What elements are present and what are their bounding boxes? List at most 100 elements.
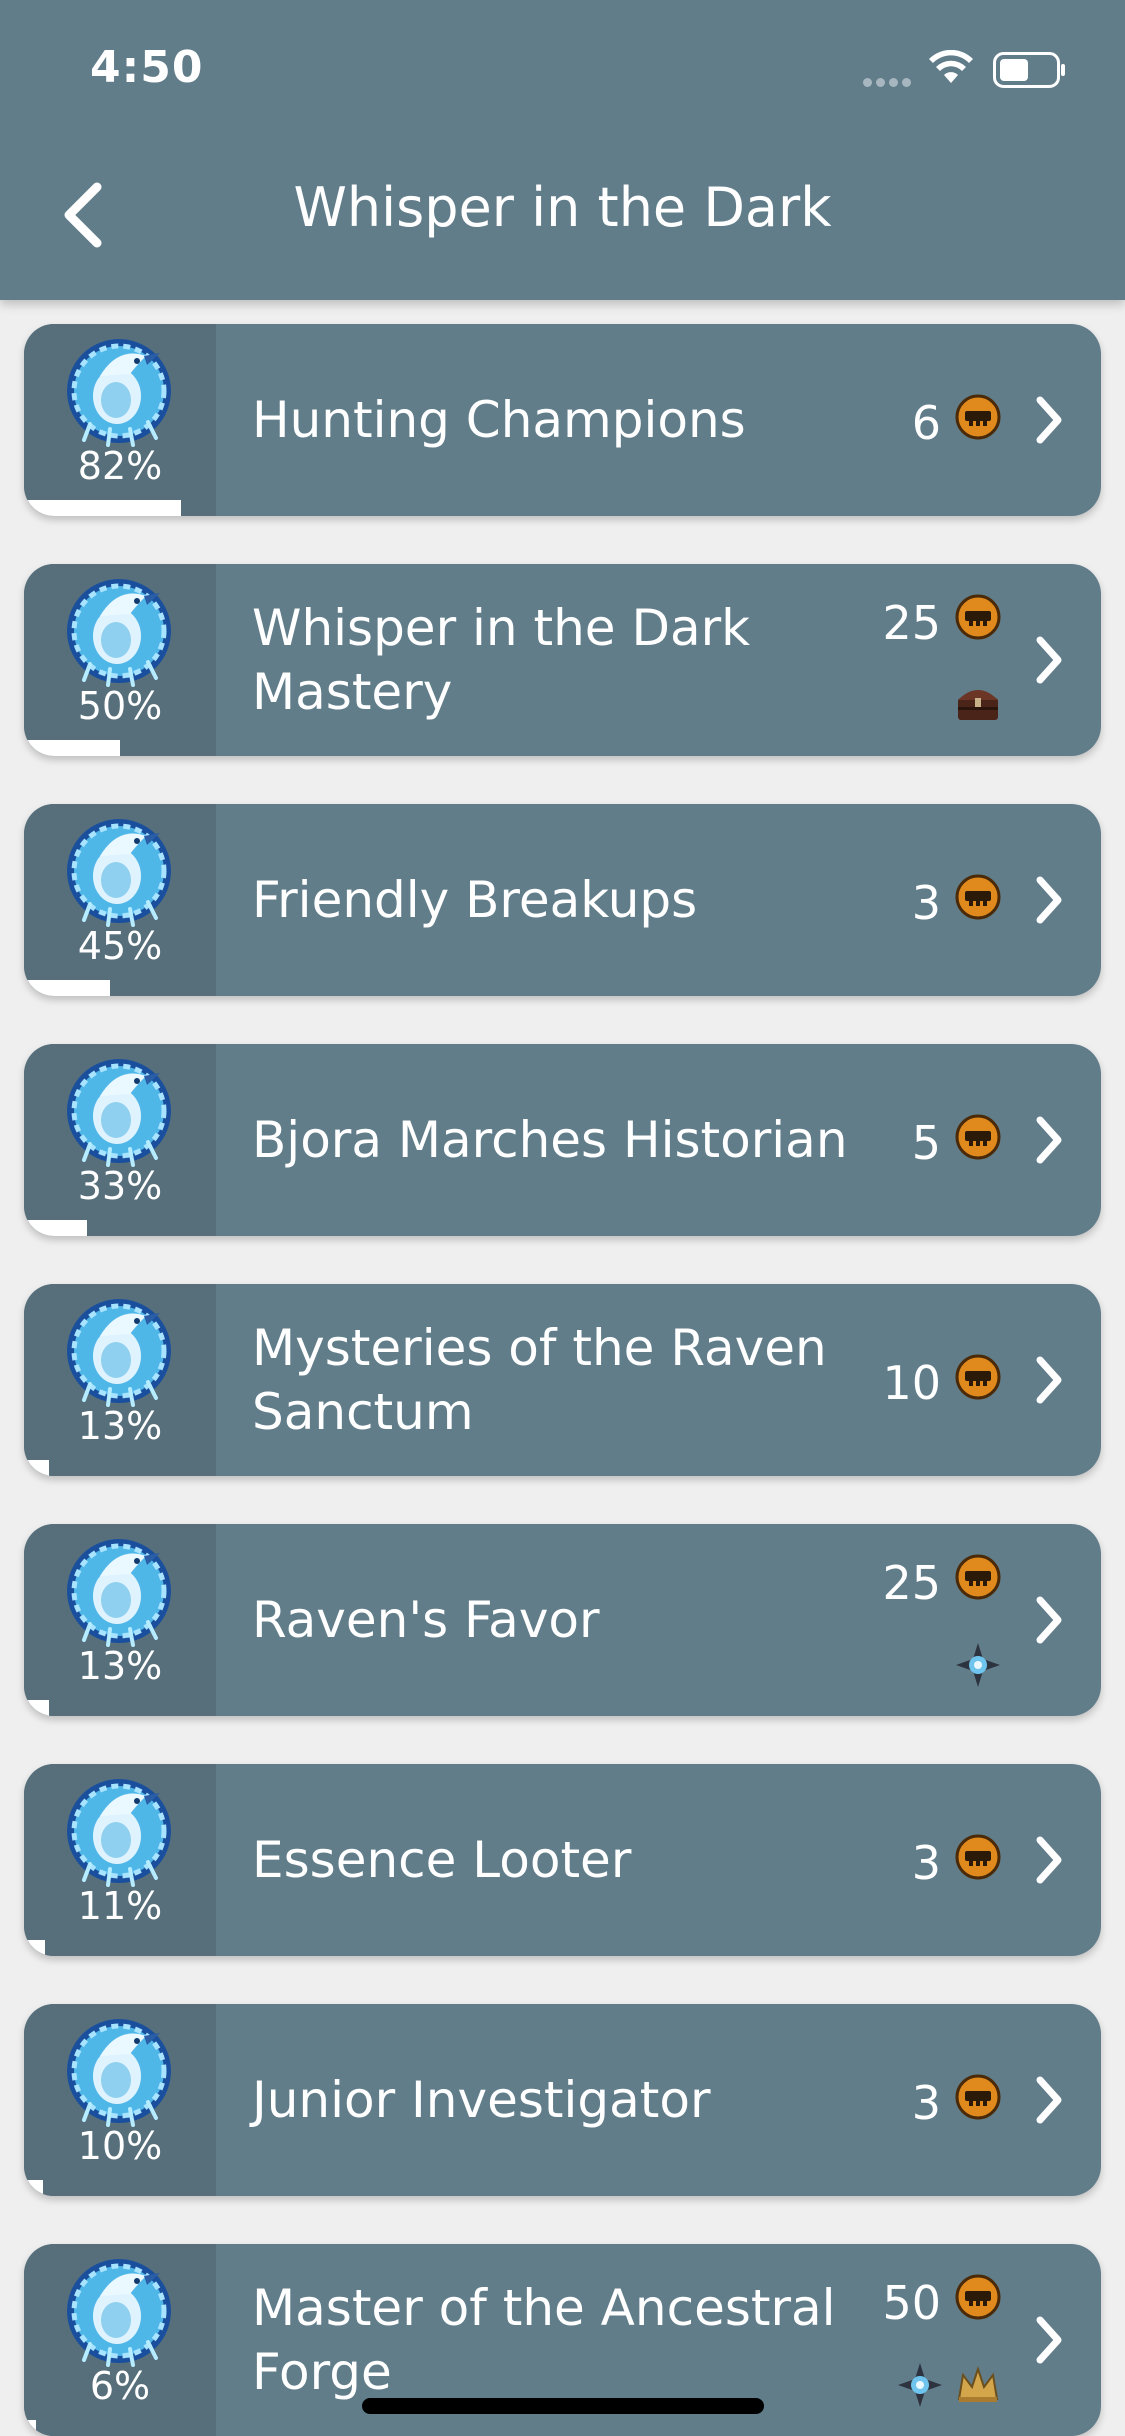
achievement-badge-panel: 82% [24, 324, 216, 516]
achievement-row[interactable]: 10% Junior Investigator 3 [24, 2004, 1101, 2196]
points-value: 3 [911, 2075, 941, 2130]
reward-icons [885, 2362, 1001, 2412]
completion-percent: 13% [77, 1644, 163, 1688]
progress-bar [24, 2180, 44, 2196]
achievement-badge-panel: 13% [24, 1284, 216, 1476]
achievement-row[interactable]: 45% Friendly Breakups 3 [24, 804, 1101, 996]
points-value: 6 [911, 395, 941, 450]
raven-badge-icon [60, 2012, 178, 2130]
progress-bar [24, 1940, 46, 1956]
cellular-signal-icon [863, 72, 915, 91]
achievement-points: 25 [882, 594, 1001, 651]
points-value: 25 [882, 595, 941, 650]
achievement-points: 50 [882, 2274, 1001, 2331]
raven-badge-icon [60, 1532, 178, 1650]
crown-title-icon [955, 2365, 1001, 2409]
treasure-chest-icon [955, 682, 1001, 726]
achievement-row[interactable]: 11% Essence Looter 3 [24, 1764, 1101, 1956]
achievement-badge-panel: 13% [24, 1524, 216, 1716]
achievement-badge-panel: 45% [24, 804, 216, 996]
navigation-header: 4:50 Whisper in the Dark [0, 0, 1125, 300]
mastery-star-icon [897, 2362, 943, 2412]
achievement-point-coin-icon [955, 1354, 1001, 1411]
status-indicators [863, 48, 1083, 92]
achievement-point-coin-icon [955, 874, 1001, 931]
achievement-title: Friendly Breakups [252, 871, 698, 929]
achievement-points: 10 [882, 1354, 1001, 1411]
reward-icons [943, 682, 1001, 726]
status-time: 4:50 [90, 42, 204, 93]
progress-bar [24, 1220, 88, 1236]
achievement-row[interactable]: 82% Hunting Champions 6 [24, 324, 1101, 516]
achievement-point-coin-icon [955, 2274, 1001, 2331]
achievement-point-coin-icon [955, 1834, 1001, 1891]
raven-badge-icon [60, 1292, 178, 1410]
completion-percent: 11% [77, 1884, 163, 1928]
completion-percent: 45% [77, 924, 163, 968]
achievement-points: 5 [912, 1114, 1001, 1171]
achievement-badge-panel: 11% [24, 1764, 216, 1956]
progress-bar [24, 740, 120, 756]
achievement-point-coin-icon [955, 2074, 1001, 2131]
achievement-row[interactable]: 50% Whisper in the Dark Mastery 25 [24, 564, 1101, 756]
points-value: 50 [882, 2275, 941, 2330]
chevron-right-icon [1031, 1592, 1067, 1648]
completion-percent: 10% [77, 2124, 163, 2168]
achievement-row[interactable]: 33% Bjora Marches Historian 5 [24, 1044, 1101, 1236]
wifi-icon [929, 50, 973, 83]
progress-bar [24, 500, 182, 516]
points-value: 25 [882, 1555, 941, 1610]
achievement-point-coin-icon [955, 1554, 1001, 1611]
raven-badge-icon [60, 1772, 178, 1890]
progress-bar [24, 980, 111, 996]
achievement-points: 3 [912, 1834, 1001, 1891]
achievement-badge-panel: 6% [24, 2244, 216, 2436]
chevron-right-icon [1031, 632, 1067, 688]
progress-bar [24, 2420, 36, 2436]
raven-badge-icon [60, 572, 178, 690]
chevron-right-icon [1031, 392, 1067, 448]
achievement-title: Raven's Favor [252, 1591, 600, 1649]
points-value: 10 [882, 1355, 941, 1410]
completion-percent: 33% [77, 1164, 163, 1208]
completion-percent: 50% [77, 684, 163, 728]
chevron-right-icon [1031, 1112, 1067, 1168]
achievement-badge-panel: 33% [24, 1044, 216, 1236]
completion-percent: 82% [77, 444, 163, 488]
points-value: 3 [911, 875, 941, 930]
progress-bar [24, 1460, 49, 1476]
page-title: Whisper in the Dark [293, 176, 832, 239]
points-value: 3 [911, 1835, 941, 1890]
achievement-badge-panel: 10% [24, 2004, 216, 2196]
reward-icons [943, 1642, 1001, 1692]
raven-badge-icon [60, 2252, 178, 2370]
achievement-point-coin-icon [955, 594, 1001, 651]
achievement-point-coin-icon [955, 394, 1001, 451]
achievement-point-coin-icon [955, 1114, 1001, 1171]
achievement-points: 25 [882, 1554, 1001, 1611]
achievement-row[interactable]: 13% Mysteries of the Raven Sanctum 10 [24, 1284, 1101, 1476]
raven-badge-icon [60, 332, 178, 450]
achievement-row[interactable]: 13% Raven's Favor 25 [24, 1524, 1101, 1716]
points-value: 5 [911, 1115, 941, 1170]
progress-bar [24, 1700, 49, 1716]
battery-icon [993, 52, 1065, 88]
achievement-title: Whisper in the Dark Mastery [252, 599, 751, 721]
achievement-points: 3 [912, 874, 1001, 931]
achievement-title: Essence Looter [252, 1831, 632, 1889]
chevron-right-icon [1031, 2312, 1067, 2368]
raven-badge-icon [60, 812, 178, 930]
home-indicator[interactable] [362, 2398, 764, 2414]
chevron-right-icon [1031, 872, 1067, 928]
achievement-title: Junior Investigator [252, 2071, 711, 2129]
achievement-badge-panel: 50% [24, 564, 216, 756]
achievement-title: Hunting Champions [252, 391, 746, 449]
completion-percent: 13% [77, 1404, 163, 1448]
chevron-right-icon [1031, 1352, 1067, 1408]
achievement-title: Mysteries of the Raven Sanctum [252, 1319, 827, 1441]
completion-percent: 6% [89, 2364, 151, 2408]
achievement-title: Bjora Marches Historian [252, 1111, 848, 1169]
raven-badge-icon [60, 1052, 178, 1170]
achievement-points: 6 [912, 394, 1001, 451]
achievement-points: 3 [912, 2074, 1001, 2131]
